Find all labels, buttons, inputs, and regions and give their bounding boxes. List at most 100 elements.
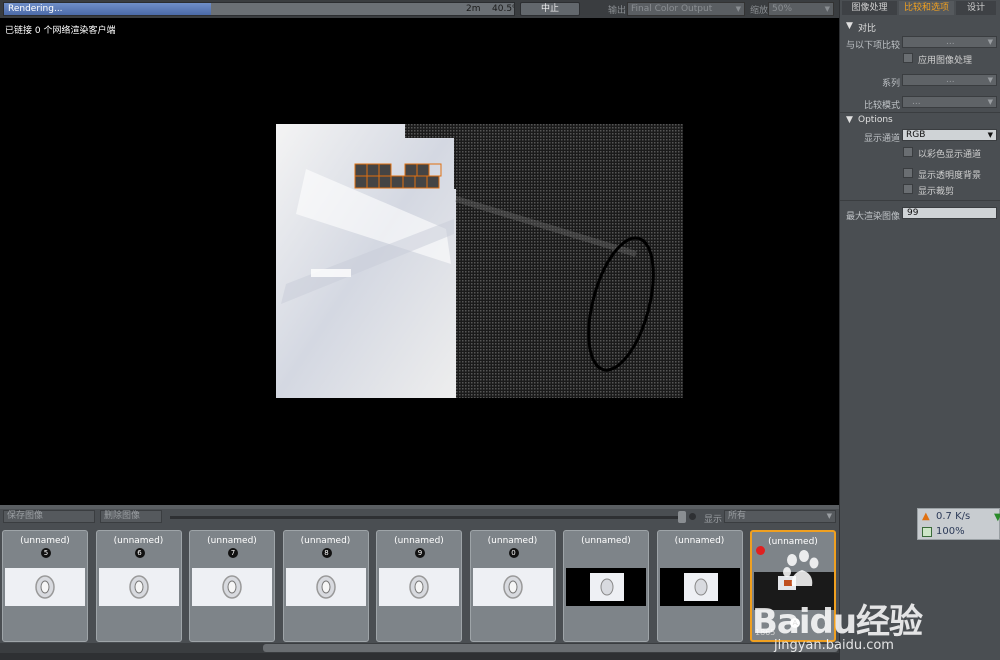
- thumbnail-name: (unnamed): [487, 536, 538, 546]
- max-render-input[interactable]: 99: [902, 207, 997, 219]
- tab-compare-options[interactable]: 比较和选项: [899, 1, 954, 15]
- tab-image-processing[interactable]: 图像处理: [842, 1, 897, 15]
- render-viewport[interactable]: 已链接 0 个网络渲染客户端: [0, 18, 839, 505]
- remove-image-button[interactable]: 删除图像: [100, 510, 162, 523]
- section-divider: [840, 200, 1000, 201]
- output-select[interactable]: Final Color Output ▼: [627, 2, 745, 16]
- thumbnail-name: (unnamed): [768, 537, 818, 547]
- thumbnail-name: (unnamed): [394, 536, 444, 546]
- record-icon: [756, 546, 765, 555]
- status-icon: [922, 527, 932, 537]
- render-toolbar: Rendering... 2m 40.5% 中止 输出 Final Color …: [0, 0, 840, 18]
- thumbnail-image: [98, 568, 179, 606]
- arrow-up-icon: ▲: [922, 511, 930, 522]
- thumbnail-item[interactable]: (unnamed) 9: [376, 530, 462, 642]
- thumbnail-image: [5, 568, 85, 606]
- zoom-label: 缩放: [750, 6, 769, 16]
- series-label: 系列: [881, 79, 900, 89]
- thumbnail-number-badge: A: [790, 618, 800, 628]
- options-section-title: Options: [858, 115, 893, 125]
- thumbnail-image: [379, 568, 459, 606]
- transfer-rate: 0.7 K/s: [936, 511, 971, 522]
- compare-with-select[interactable]: ... ▼: [902, 36, 997, 48]
- compare-mode-value: ...: [912, 97, 921, 107]
- chevron-down-icon: ▼: [987, 98, 993, 106]
- compare-with-value: ...: [946, 37, 955, 47]
- display-select[interactable]: 所有 ▼: [724, 510, 836, 523]
- thumbnail-image: [754, 572, 834, 610]
- slider-handle[interactable]: [678, 511, 686, 523]
- collapse-icon[interactable]: ▼: [846, 21, 853, 31]
- display-label: 显示: [704, 515, 723, 525]
- thumbnail-toolbar: 保存图像 删除图像 显示 所有 ▼: [0, 509, 839, 525]
- scrollbar-handle[interactable]: [263, 644, 838, 652]
- max-render-label: 最大渲染图像: [845, 212, 900, 222]
- thumbnail-name: (unnamed): [674, 536, 725, 546]
- display-channel-select[interactable]: RGB ▼: [902, 129, 997, 141]
- thumbnail-scrollbar[interactable]: [0, 643, 839, 653]
- thumbnail-name: (unnamed): [581, 536, 631, 546]
- stop-button[interactable]: 中止: [520, 2, 580, 16]
- thumbnail-item[interactable]: (unnamed) A 1865: [750, 530, 836, 642]
- chevron-down-icon: ▼: [824, 5, 830, 13]
- thumbnail-count: 1865: [755, 628, 776, 637]
- apply-processing-checkbox[interactable]: [903, 53, 913, 63]
- thumbnail-image: [566, 568, 646, 606]
- thumbnail-image: [472, 568, 553, 606]
- arrow-down-icon: ▼: [994, 512, 1000, 523]
- section-divider: [840, 112, 1000, 113]
- chevron-down-icon: ▼: [987, 131, 993, 139]
- render-image: [276, 124, 683, 398]
- thumbnail-number-badge: 7: [228, 548, 238, 558]
- output-value: Final Color Output: [631, 4, 713, 14]
- max-render-value: 99: [907, 208, 919, 218]
- compare-with-label: 与以下项比较: [845, 41, 900, 51]
- alpha-background-checkbox[interactable]: [903, 168, 913, 178]
- thumbnail-size-slider[interactable]: [170, 516, 685, 519]
- thumbnail-item[interactable]: (unnamed) 5: [2, 530, 88, 642]
- alpha-background-label: 显示透明度背景: [918, 171, 982, 181]
- chevron-down-icon: ▼: [826, 512, 832, 520]
- thumbnail-item[interactable]: (unnamed): [563, 530, 649, 642]
- render-progress-bar: Rendering... 2m 40.5%: [3, 2, 515, 16]
- zoom-select[interactable]: 50% ▼: [768, 2, 834, 16]
- chevron-down-icon: ▼: [987, 76, 993, 84]
- compare-section-title: 对比: [858, 24, 877, 34]
- progress-label: Rendering...: [8, 4, 63, 14]
- progress-percent: 40.5%: [492, 4, 514, 14]
- thumbnail-item[interactable]: (unnamed) 0: [469, 530, 556, 642]
- zoom-value: 50%: [772, 4, 793, 14]
- color-channel-label: 以彩色显示通道: [918, 150, 982, 160]
- collapse-icon[interactable]: ▼: [846, 115, 853, 125]
- thumbnail-image: [192, 568, 272, 606]
- series-select[interactable]: ... ▼: [902, 74, 997, 86]
- thumbnail-number-badge: 9: [415, 548, 425, 558]
- thumbnail-item[interactable]: (unnamed) 7: [189, 530, 275, 642]
- display-value: 所有: [728, 511, 747, 521]
- display-channel-value: RGB: [906, 130, 926, 140]
- thumbnail-number-badge: 6: [134, 548, 145, 558]
- thumbnail-item[interactable]: (unnamed) 6: [95, 530, 182, 642]
- thumbnail-image: [659, 568, 740, 606]
- thumbnail-name: (unnamed): [300, 536, 351, 546]
- thumbnail-item[interactable]: (unnamed) 8: [282, 530, 369, 642]
- series-value: ...: [946, 75, 955, 85]
- thumbnail-item[interactable]: (unnamed): [656, 530, 743, 642]
- thumbnail-strip: (unnamed) 5 (unnamed) 6 (unnamed) 7 (unnamed) 8…: [0, 525, 839, 643]
- thumbnail-number-badge: 0: [508, 548, 519, 558]
- tab-design[interactable]: 设计: [956, 1, 996, 15]
- thumbnail-name: (unnamed): [20, 536, 70, 546]
- display-channel-label: 显示通道: [863, 134, 900, 144]
- show-crop-checkbox[interactable]: [903, 184, 913, 194]
- thumbnail-image: [285, 568, 366, 606]
- compare-mode-select[interactable]: ... ▼: [902, 96, 997, 108]
- right-panel: 图像处理 比较和选项 设计 ▼ 对比 与以下项比较 ... ▼ 应用图像处理 系…: [839, 0, 1000, 660]
- network-status-text: 已链接 0 个网络渲染客户端: [5, 26, 116, 36]
- save-image-button[interactable]: 保存图像: [3, 510, 95, 523]
- color-channel-checkbox[interactable]: [903, 147, 913, 157]
- slider-end-icon: [689, 513, 696, 520]
- compare-mode-label: 比较模式: [863, 101, 900, 111]
- stats-percent: 100%: [936, 526, 965, 537]
- show-crop-label: 显示裁剪: [918, 187, 955, 197]
- output-label: 输出: [608, 6, 627, 16]
